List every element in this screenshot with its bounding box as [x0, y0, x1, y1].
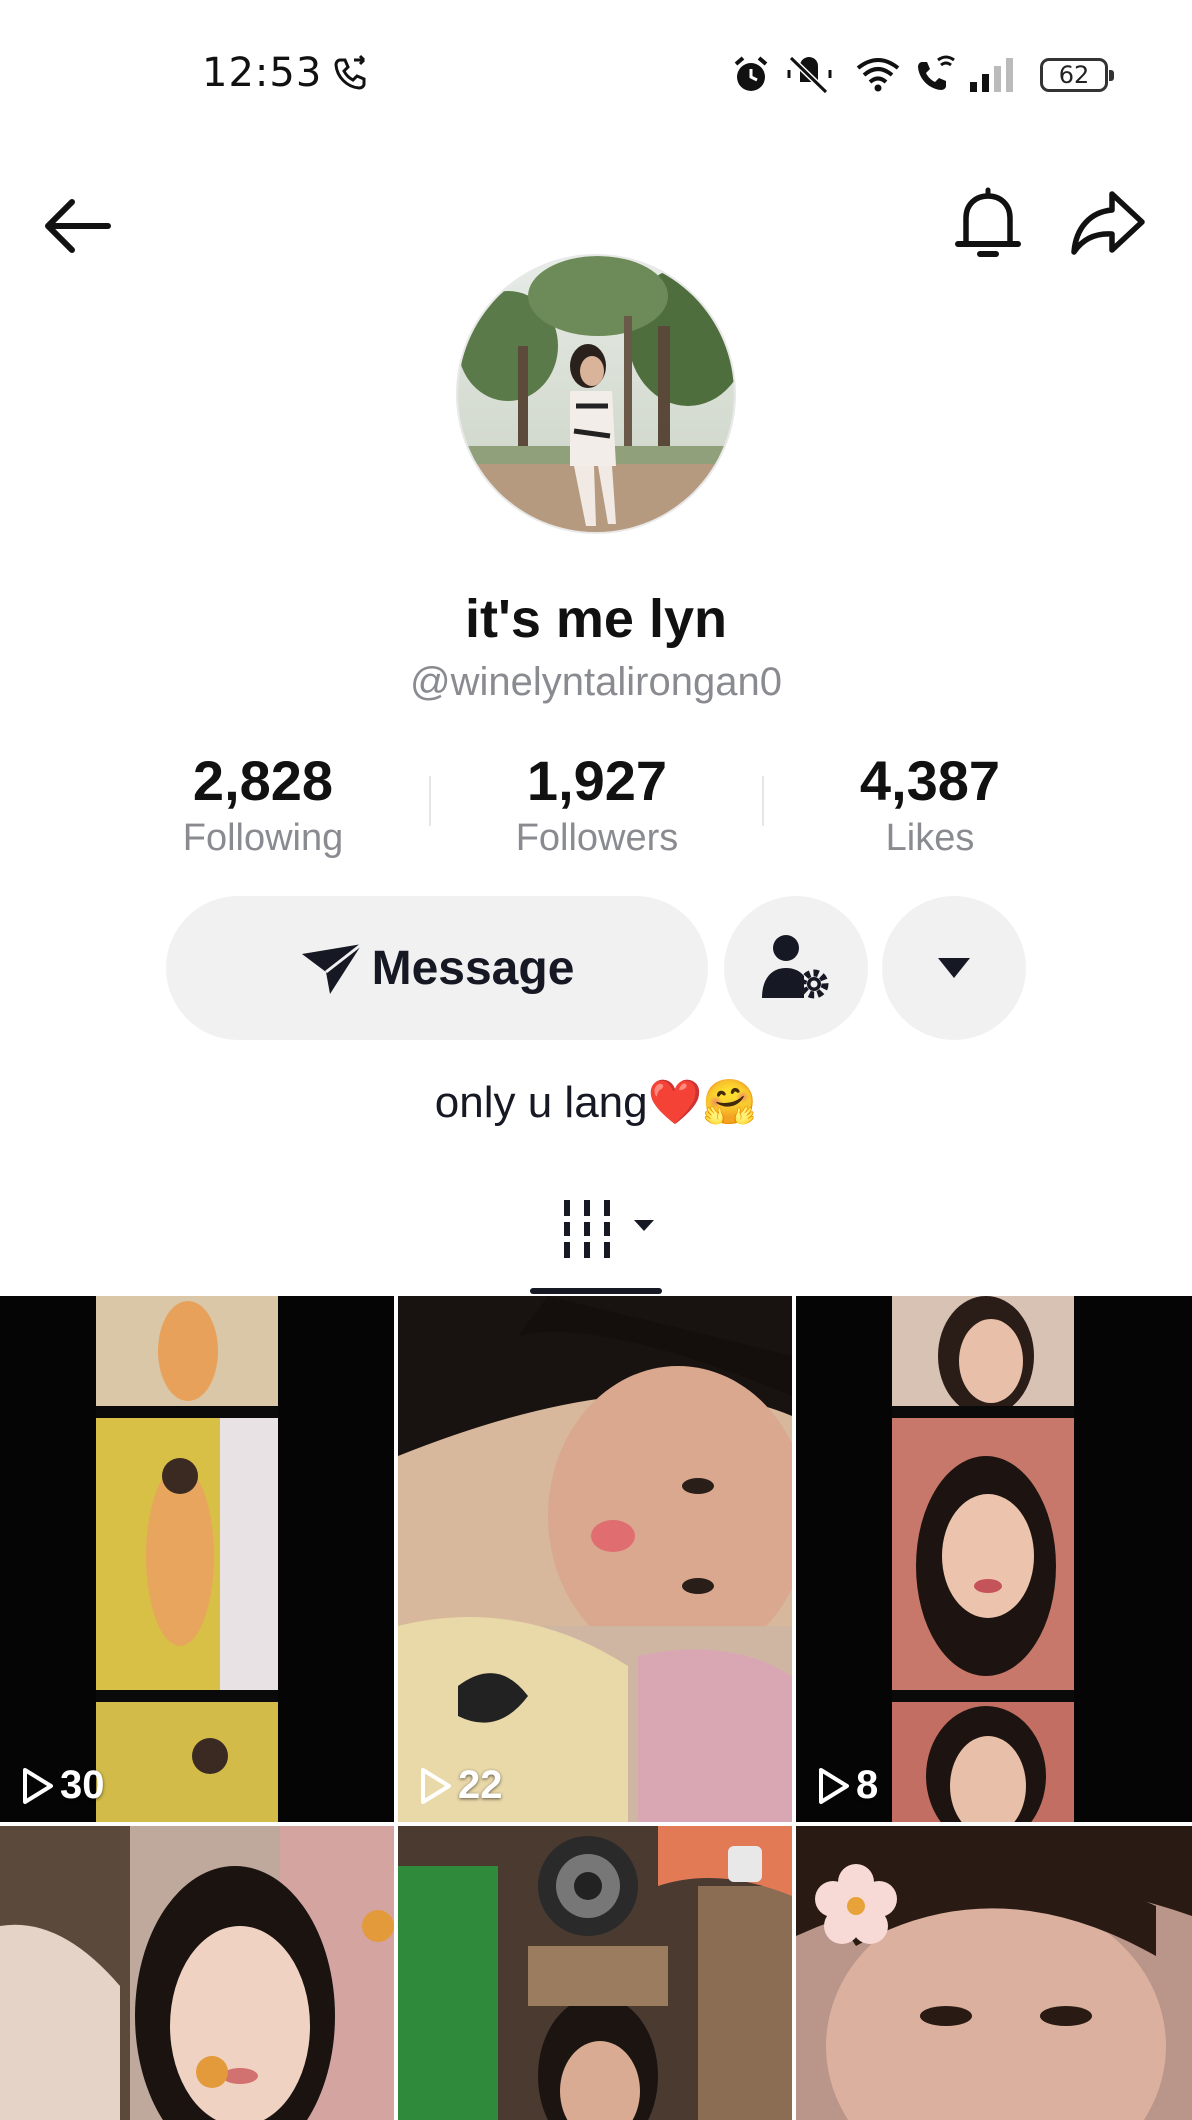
share-icon [1071, 191, 1145, 255]
username: @winelyntalirongan0 [410, 660, 782, 704]
stat-value: 1,927 [526, 749, 668, 812]
display-name: it's me lyn [465, 589, 727, 649]
back-button[interactable] [36, 184, 120, 268]
play-count-value: 22 [458, 1763, 503, 1807]
alarm-icon [734, 56, 768, 91]
video-grid: 30 22 8 [0, 1296, 1192, 2120]
video-tile[interactable] [0, 1826, 394, 2120]
bio-text: only u lang [434, 1078, 648, 1127]
mute-icon [787, 55, 832, 95]
share-button[interactable] [1060, 180, 1156, 268]
play-count-value: 30 [60, 1763, 105, 1807]
status-time: 12:53 [202, 50, 323, 96]
play-count: 22 [418, 1763, 503, 1808]
play-icon [421, 1767, 451, 1804]
stat-likes[interactable]: 4,387 Likes [780, 748, 1080, 860]
more-button[interactable] [882, 896, 1026, 1040]
stat-label: Following [182, 817, 344, 859]
play-count-value: 8 [856, 1763, 879, 1807]
status-bar: 12:53 62 [0, 0, 1192, 150]
video-thumbnail [398, 1296, 792, 1822]
stat-following[interactable]: 2,828 Following [113, 748, 413, 860]
message-button[interactable]: Message [166, 896, 708, 1040]
play-count: 8 [816, 1763, 878, 1808]
user-gear-icon [762, 935, 829, 999]
call-forward-icon [334, 54, 366, 90]
avatar[interactable] [456, 254, 736, 534]
video-tile[interactable] [796, 1826, 1192, 2120]
tab-videos[interactable] [560, 1196, 660, 1265]
wifi-call-icon [918, 55, 955, 90]
friend-settings-button[interactable] [724, 896, 868, 1040]
signal-icon [970, 58, 1013, 92]
caret-down-icon [938, 958, 970, 978]
video-tile[interactable]: 30 [0, 1296, 394, 1822]
bio-emoji: ❤️🤗 [647, 1077, 758, 1128]
stat-label: Followers [515, 817, 679, 859]
message-label: Message [371, 941, 575, 995]
back-arrow-icon [45, 199, 111, 253]
tab-active-indicator [530, 1288, 662, 1294]
video-thumbnail [796, 1826, 1192, 2120]
video-thumbnail [0, 1826, 394, 2120]
play-icon [23, 1767, 53, 1804]
bell-icon [955, 187, 1021, 257]
bio: only u lang❤️🤗 [0, 1076, 1192, 1128]
avatar-photo [458, 256, 734, 532]
stat-label: Likes [885, 817, 975, 859]
wifi-icon [856, 58, 900, 92]
videos-grid-icon [564, 1200, 654, 1258]
video-tile[interactable]: 22 [398, 1296, 792, 1822]
video-thumbnail [398, 1826, 792, 2120]
stat-divider [429, 776, 431, 826]
battery-icon: 62 [1040, 58, 1114, 92]
video-thumbnail [892, 1296, 1074, 1822]
video-tile[interactable]: 8 [796, 1296, 1192, 1822]
video-tile[interactable] [398, 1826, 792, 2120]
stat-divider [762, 776, 764, 826]
play-count: 30 [20, 1763, 105, 1808]
video-thumbnail [96, 1296, 278, 1822]
send-icon [301, 942, 363, 994]
stat-value: 4,387 [859, 749, 1001, 812]
notifications-button[interactable] [944, 180, 1032, 268]
stat-value: 2,828 [192, 749, 334, 812]
play-icon [819, 1767, 849, 1804]
stat-followers[interactable]: 1,927 Followers [447, 748, 747, 860]
